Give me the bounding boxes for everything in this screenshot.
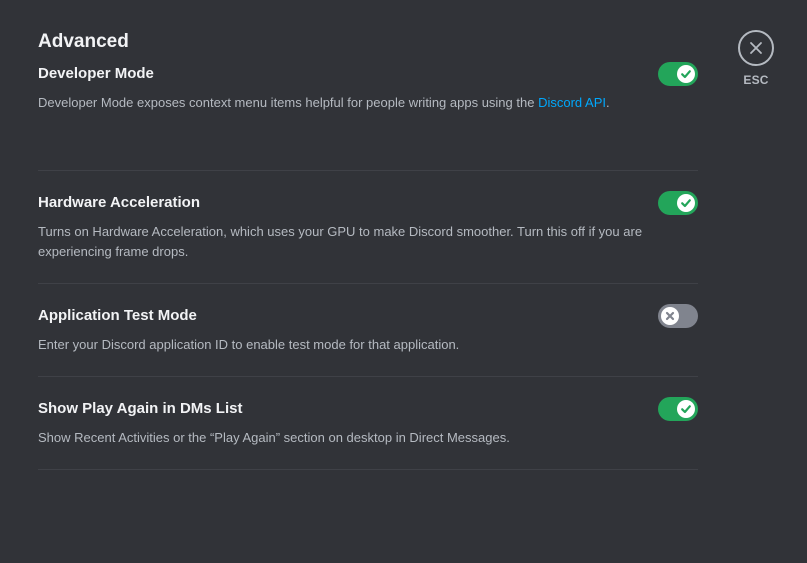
advanced-settings-section: Advanced Developer Mode Developer Mode e…: [38, 30, 698, 470]
setting-title: Hardware Acceleration: [38, 194, 201, 211]
discord-api-link[interactable]: Discord API: [538, 95, 606, 110]
esc-label: ESC: [743, 73, 769, 87]
close-icon: [750, 42, 762, 54]
setting-description: Show Recent Activities or the “Play Agai…: [38, 430, 510, 445]
setting-application-test-mode: Application Test Mode Enter your Discord…: [38, 284, 698, 377]
close-control: ESC: [738, 30, 774, 87]
page-title: Advanced: [38, 31, 129, 52]
toggle-knob: [661, 307, 679, 325]
x-icon: [665, 311, 675, 321]
setting-title: Application Test Mode: [38, 307, 197, 324]
show-play-again-toggle[interactable]: [658, 397, 698, 421]
close-button[interactable]: [738, 30, 774, 66]
toggle-knob: [677, 194, 695, 212]
toggle-knob: [677, 65, 695, 83]
application-test-mode-toggle[interactable]: [658, 304, 698, 328]
setting-description: Developer Mode exposes context menu item…: [38, 95, 610, 110]
toggle-knob: [677, 400, 695, 418]
setting-title: Developer Mode: [38, 65, 154, 82]
hardware-acceleration-toggle[interactable]: [658, 191, 698, 215]
checkmark-icon: [681, 405, 691, 414]
developer-mode-toggle[interactable]: [658, 62, 698, 86]
setting-hardware-acceleration: Hardware Acceleration Turns on Hardware …: [38, 171, 698, 284]
setting-title: Show Play Again in DMs List: [38, 400, 243, 417]
setting-show-play-again: Show Play Again in DMs List Show Recent …: [38, 377, 698, 470]
setting-developer-mode: Developer Mode Developer Mode exposes co…: [38, 61, 698, 171]
checkmark-icon: [681, 70, 691, 79]
settings-page: Advanced Developer Mode Developer Mode e…: [0, 0, 807, 563]
checkmark-icon: [681, 199, 691, 208]
setting-description: Turns on Hardware Acceleration, which us…: [38, 224, 643, 259]
setting-description: Enter your Discord application ID to ena…: [38, 337, 460, 352]
